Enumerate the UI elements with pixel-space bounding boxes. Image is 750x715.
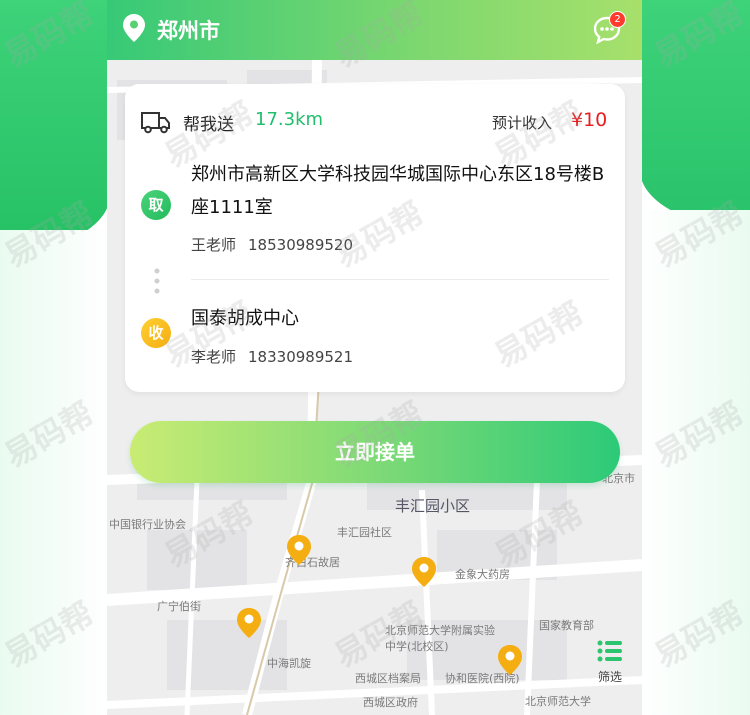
map-label: 北京师范大学 <box>525 695 591 708</box>
message-count-badge: 2 <box>609 11 626 28</box>
pickup-address: 郑州市高新区大学科技园华城国际中心东区18号楼B座1111室 <box>191 164 605 218</box>
phone-screen: 丰汇园小区 丰汇园社区 中国银行业协会 齐白石故居 金象大药房 广宁伯街 北京师… <box>107 0 642 715</box>
map-label: 中海凯旋 <box>267 657 311 670</box>
delivery-contact: 李老师 18330989521 <box>191 346 353 367</box>
list-icon[interactable] <box>597 640 623 662</box>
income-label: 预计收入 <box>492 114 553 132</box>
map-label: 丰汇园小区 <box>395 497 471 515</box>
service-type: 帮我送 <box>183 115 234 135</box>
map-label: 北京师范大学附属实验中学(北校区) <box>385 624 495 653</box>
top-header: 郑州市 2 <box>107 0 642 60</box>
left-green-band <box>0 0 110 255</box>
map-pin-icon[interactable] <box>498 645 522 675</box>
map-pin-icon[interactable] <box>237 608 261 638</box>
map-pin-icon[interactable] <box>412 557 436 587</box>
order-distance: 17.3km <box>255 109 324 130</box>
map-label: 金象大药房 <box>455 568 510 581</box>
map-label: 中国银行业协会 <box>109 518 186 531</box>
card-divider <box>191 279 609 280</box>
route-dots-icon <box>154 268 160 294</box>
map-label: 丰汇园社区 <box>337 526 392 539</box>
income-amount: ¥10 <box>571 109 608 131</box>
pickup-contact: 王老师 18530989520 <box>191 234 353 255</box>
delivery-contact-phone[interactable]: 18330989521 <box>248 348 353 366</box>
location-pin-icon <box>123 14 145 42</box>
city-name[interactable]: 郑州市 <box>157 15 220 45</box>
delivery-tag: 收 <box>141 318 171 348</box>
right-fade <box>640 210 750 715</box>
pickup-tag: 取 <box>141 190 171 220</box>
pickup-contact-phone[interactable]: 18530989520 <box>248 236 353 254</box>
map-label: 国家教育部 <box>539 619 594 632</box>
map-label: 西城区政府 <box>363 696 418 709</box>
map-label: 广宁伯街 <box>157 600 201 613</box>
left-fade <box>0 230 110 715</box>
map-label: 西城区档案局 <box>355 672 421 685</box>
truck-icon <box>141 112 170 134</box>
order-card[interactable]: 帮我送 17.3km 预计收入 ¥10 取 郑州市高新区大学科技园华城国际中心东… <box>125 84 625 392</box>
right-green-band <box>640 0 750 230</box>
delivery-contact-name: 李老师 <box>191 348 237 366</box>
filter-label[interactable]: 筛选 <box>598 668 622 685</box>
pickup-contact-name: 王老师 <box>191 236 237 254</box>
map-pin-icon[interactable] <box>287 535 311 565</box>
delivery-address: 国泰胡成中心 <box>191 308 299 329</box>
accept-order-button[interactable]: 立即接单 <box>130 421 620 483</box>
